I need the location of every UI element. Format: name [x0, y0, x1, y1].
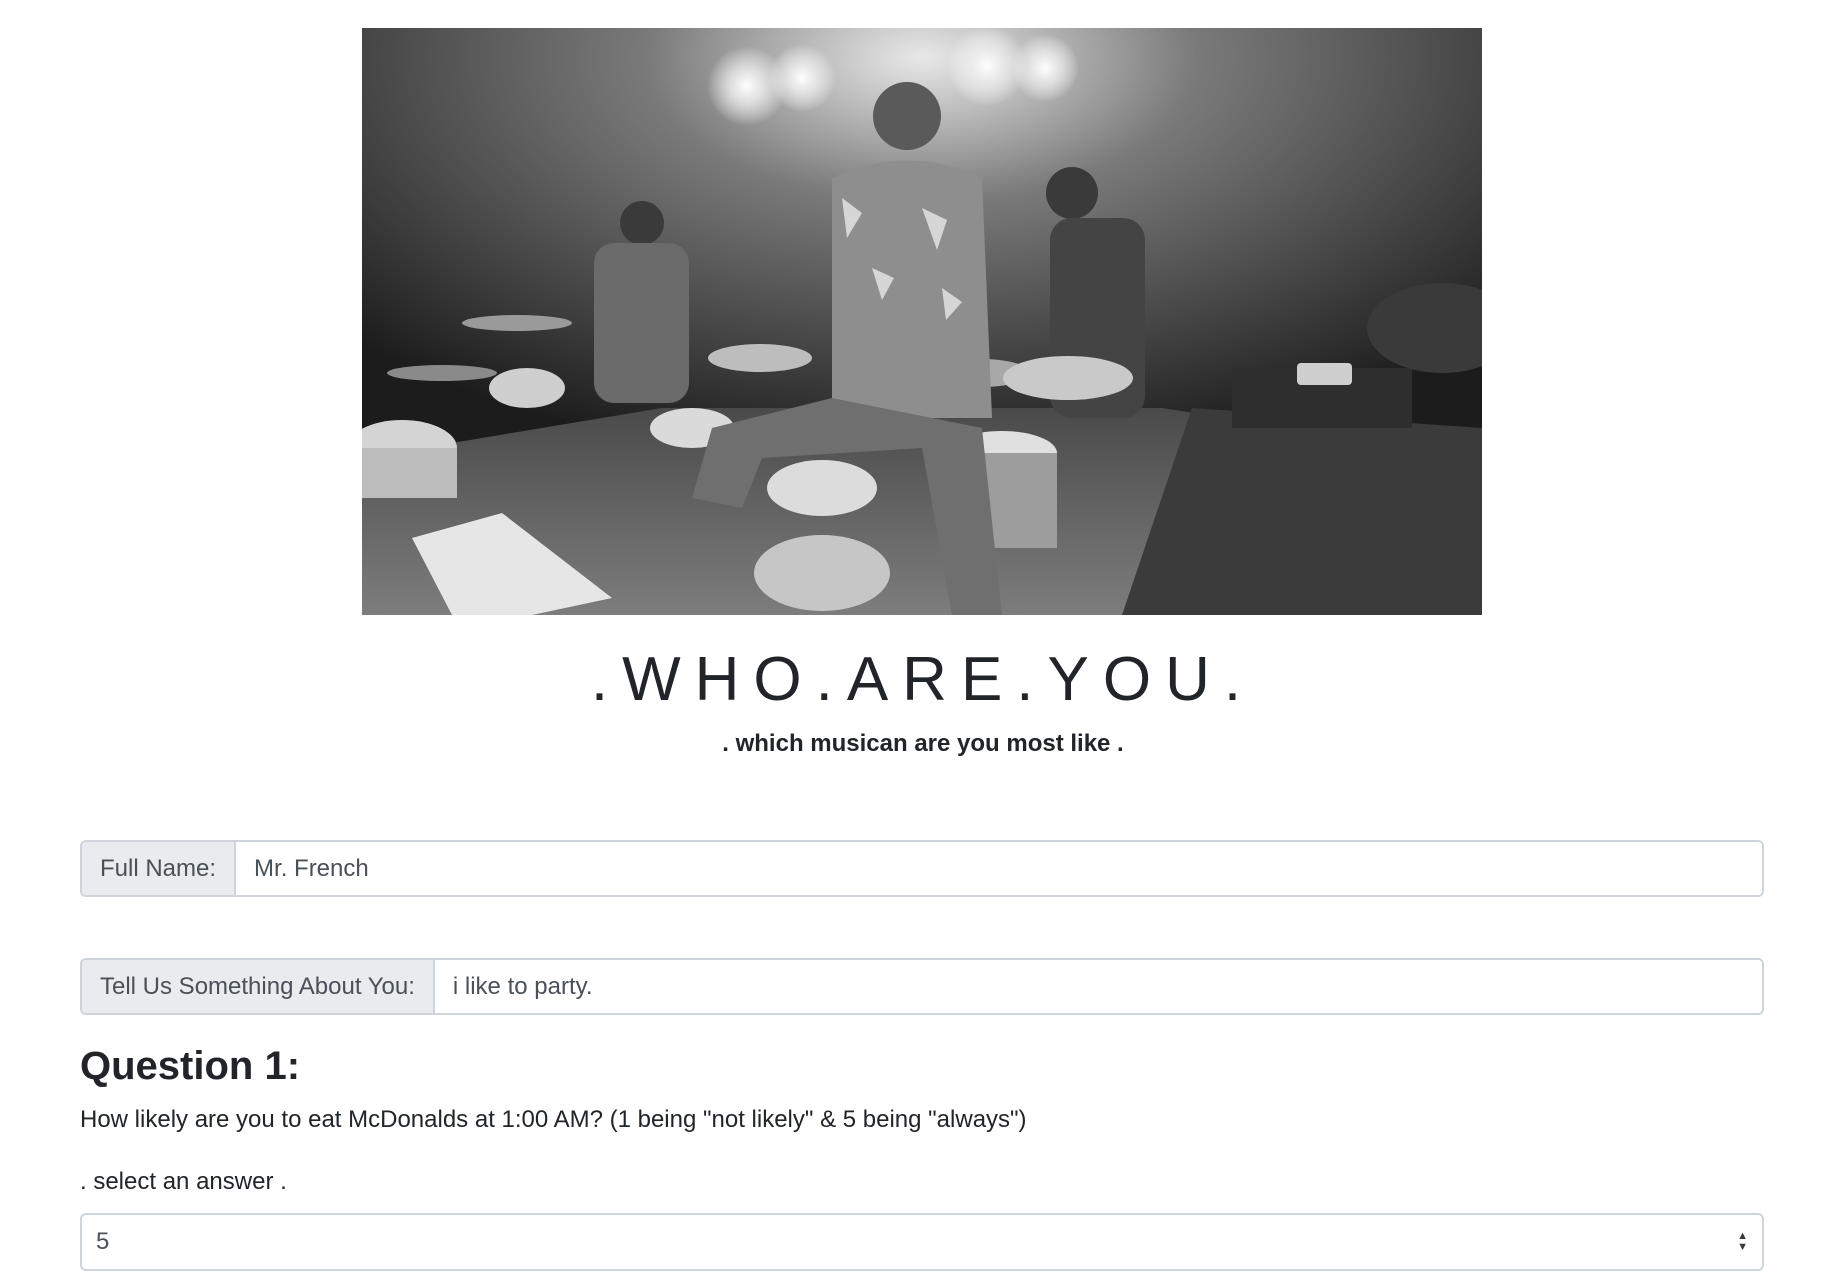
page: .WHO.ARE.YOU. . which musican are you mo… [0, 0, 1846, 1278]
question-text: How likely are you to eat McDonalds at 1… [80, 1106, 1027, 1133]
answer-select-value: 5 [96, 1228, 110, 1255]
band-photo [362, 28, 1482, 615]
about-group: Tell Us Something About You: [80, 958, 1764, 1015]
hero-image [362, 28, 1482, 615]
answer-prompt: . select an answer . [80, 1168, 287, 1195]
full-name-label: Full Name: [82, 842, 237, 895]
full-name-input[interactable] [236, 842, 1762, 895]
page-title: .WHO.ARE.YOU. [590, 645, 1256, 714]
about-label: Tell Us Something About You: [82, 960, 435, 1013]
question-heading: Question 1: [80, 1044, 301, 1088]
chevron-up-down-icon: ▲ ▼ [1737, 1230, 1748, 1253]
about-input[interactable] [434, 960, 1762, 1013]
page-subtitle: . which musican are you most like . [722, 730, 1124, 757]
answer-select[interactable]: 5 ▲ ▼ [80, 1213, 1764, 1271]
full-name-group: Full Name: [80, 840, 1764, 897]
